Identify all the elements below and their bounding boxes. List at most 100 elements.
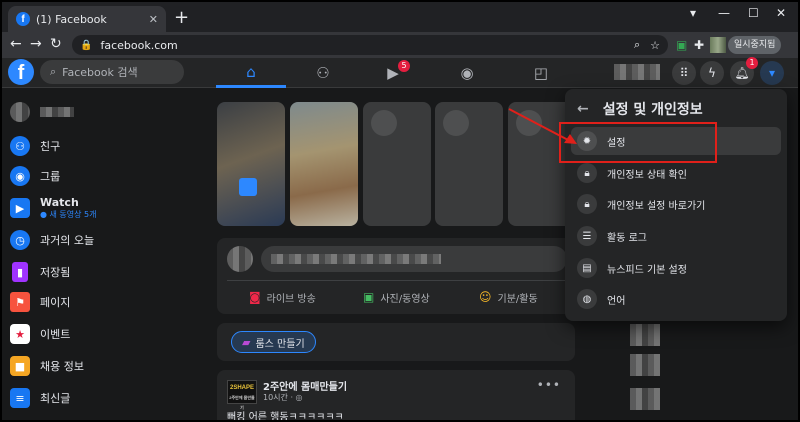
watch-icon: ▶ <box>10 198 30 218</box>
new-tab-button[interactable]: + <box>174 7 189 28</box>
divider <box>227 280 565 281</box>
profile-avatar[interactable] <box>710 37 726 53</box>
tab-search-icon[interactable]: ▾ <box>690 6 696 20</box>
sidebar-item-groups[interactable]: ◉ 그룹 <box>10 163 200 189</box>
left-sidebar: ⚇ 친구 ◉ 그룹 ▶ Watch ● 새 동영상 5개 ◷ 과거의 오늘 ▮ … <box>2 89 202 420</box>
sidebar-item-label: 최신글 <box>40 392 71 405</box>
search-placeholder: Facebook 검색 <box>62 66 138 79</box>
gaming-icon: ◰ <box>533 64 549 82</box>
sidebar-item-label: 채용 정보 <box>40 360 84 373</box>
paused-sync-button[interactable]: 일시중지됨 <box>728 36 782 54</box>
highlight-box <box>559 122 717 163</box>
menu-item-label: 활동 로그 <box>607 232 647 244</box>
notification-badge: 1 <box>746 57 758 69</box>
zoom-icon[interactable]: ⌕ <box>634 38 640 52</box>
sidebar-item-pages[interactable]: ⚑ 페이지 <box>10 289 200 315</box>
back-arrow-icon[interactable]: ← <box>577 101 589 117</box>
live-label: 라이브 방송 <box>266 293 316 305</box>
menu-item-privacy-shortcuts[interactable]: 🔒︎ 개인정보 설정 바로가기 <box>571 190 781 218</box>
sidebar-item-recent[interactable]: ≡ 최신글 <box>10 385 200 411</box>
grid-menu-icon: ⠿ <box>679 66 689 80</box>
photo-video-button[interactable]: ▣ 사진/동영상 <box>363 286 430 308</box>
profile-shortcut[interactable] <box>614 64 660 80</box>
reload-icon[interactable]: ↻ <box>50 36 62 52</box>
photo-icon: ▣ <box>363 290 375 304</box>
menu-item-news-feed-preferences[interactable]: ▤ 뉴스피드 기본 설정 <box>571 254 781 282</box>
sidebar-item-watch[interactable]: ▶ Watch ● 새 동영상 5개 <box>10 195 200 221</box>
story-avatar <box>443 110 469 136</box>
sidebar-item-jobs[interactable]: ■ 채용 정보 <box>10 353 200 379</box>
menu-item-activity-log[interactable]: ☰ 활동 로그 <box>571 222 781 250</box>
account-button[interactable]: ▾ <box>760 61 784 85</box>
sidebar-item-label: 페이지 <box>40 296 71 309</box>
sidebar-profile[interactable] <box>10 99 200 125</box>
bookmark-star-icon[interactable]: ☆ <box>650 39 660 52</box>
tab-close-icon[interactable]: ✕ <box>149 13 158 26</box>
list-icon: ☰ <box>577 226 597 246</box>
sidebar-item-label: 이벤트 <box>40 328 71 341</box>
post-composer: ◙ 라이브 방송 ▣ 사진/동영상 ☺ 기분/활동 <box>217 238 575 314</box>
pages-flag-icon: ⚑ <box>10 292 30 312</box>
contact-item[interactable] <box>630 324 660 346</box>
memories-icon: ◷ <box>10 230 30 250</box>
sidebar-item-friends[interactable]: ⚇ 친구 <box>10 133 200 159</box>
friends-icon: ⚇ <box>10 136 30 156</box>
menu-item-label: 개인정보 상태 확인 <box>607 169 687 181</box>
story-card-placeholder[interactable] <box>363 102 431 226</box>
facebook-header: f ⌕ Facebook 검색 ⌂ ⚇ ▶ 5 ◉ ◰ ⠿ ϟ 🔔︎ 1 ▾ <box>2 57 798 88</box>
close-window-icon[interactable]: ✕ <box>776 6 786 20</box>
globe-icon: ◍ <box>577 289 597 309</box>
composer-placeholder <box>271 254 441 264</box>
caret-down-icon: ▾ <box>768 66 776 80</box>
page-logo-text: 2SHAPE <box>229 385 254 391</box>
extensions-puzzle-icon[interactable]: ✚ <box>694 38 704 52</box>
tab-gaming[interactable]: ◰ <box>506 58 576 88</box>
create-room-button[interactable]: ▰ 룸스 만들기 <box>231 331 316 353</box>
sidebar-item-memories[interactable]: ◷ 과거의 오늘 <box>10 227 200 253</box>
story-avatar <box>371 110 397 136</box>
contact-item[interactable] <box>630 354 660 376</box>
feed-icon: ▤ <box>577 258 597 278</box>
sidebar-item-label: 친구 <box>40 140 61 153</box>
forward-icon[interactable]: → <box>30 36 42 52</box>
facebook-favicon-icon: f <box>16 12 30 26</box>
create-room-label: 룸스 만들기 <box>255 338 305 350</box>
tab-watch[interactable]: ▶ 5 <box>358 58 428 88</box>
browser-tabstrip: f (1) Facebook ✕ + ▾ — ☐ ✕ <box>2 2 798 32</box>
sidebar-item-events[interactable]: ★ 이벤트 <box>10 321 200 347</box>
feeling-activity-button[interactable]: ☺ 기분/활동 <box>479 286 538 308</box>
extension-icon[interactable]: ▣ <box>676 38 687 52</box>
messenger-button[interactable]: ϟ <box>700 61 724 85</box>
smiley-icon: ☺ <box>479 290 492 304</box>
live-video-button[interactable]: ◙ 라이브 방송 <box>249 286 316 308</box>
tab-groups[interactable]: ◉ <box>432 58 502 88</box>
maximize-icon[interactable]: ☐ <box>748 6 759 20</box>
story-avatar <box>239 178 257 196</box>
story-card[interactable] <box>290 102 358 226</box>
tab-friends[interactable]: ⚇ <box>288 58 358 88</box>
post-time[interactable]: 10시간 · ◎ <box>263 392 303 403</box>
page-logo[interactable]: 2SHAPE 2주만에 몸만들기 <box>227 380 257 410</box>
address-bar[interactable]: 🔒 facebook.com ⌕ ☆ <box>72 35 668 55</box>
menu-button[interactable]: ⠿ <box>672 61 696 85</box>
more-options-icon[interactable]: ••• <box>537 378 561 392</box>
notifications-button[interactable]: 🔔︎ 1 <box>730 57 758 85</box>
menu-item-language[interactable]: ◍ 언어 <box>571 285 781 313</box>
story-card-placeholder[interactable] <box>435 102 503 226</box>
browser-tab[interactable]: f (1) Facebook ✕ <box>8 6 166 32</box>
facebook-logo[interactable]: f <box>8 59 34 85</box>
composer-input[interactable] <box>261 246 567 272</box>
groups-icon: ◉ <box>10 166 30 186</box>
contact-item[interactable] <box>630 388 660 410</box>
menu-item-privacy-checkup[interactable]: 🔒︎ 개인정보 상태 확인 <box>571 159 781 187</box>
facebook-search-input[interactable]: ⌕ Facebook 검색 <box>40 60 184 84</box>
back-icon[interactable]: ← <box>10 36 22 52</box>
story-card-create[interactable] <box>217 102 285 226</box>
minimize-icon[interactable]: — <box>718 6 730 20</box>
menu-item-label: 개인정보 설정 바로가기 <box>607 200 706 212</box>
bell-icon: 🔔︎ <box>734 66 750 80</box>
post-author[interactable]: 2주안에 몸매만들기 <box>263 378 347 393</box>
sidebar-item-saved[interactable]: ▮ 저장됨 <box>10 259 200 285</box>
sidebar-item-label: 저장됨 <box>40 266 71 279</box>
tab-home[interactable]: ⌂ <box>216 58 286 88</box>
